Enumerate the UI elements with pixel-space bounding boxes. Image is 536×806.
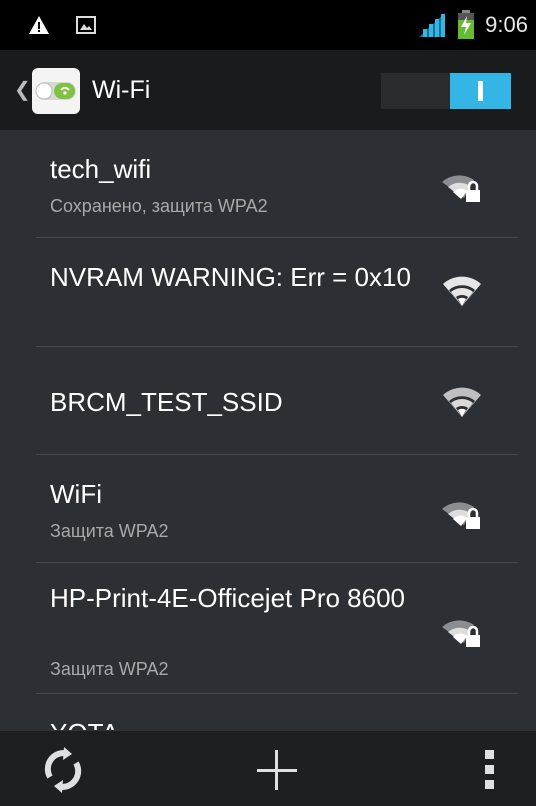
network-item[interactable]: YOTA: [36, 694, 518, 730]
network-item[interactable]: HP-Print-4E-Officejet Pro 8600 Защита WP…: [36, 563, 518, 694]
chevron-left-icon[interactable]: ❮: [14, 80, 31, 100]
wifi-locked-icon: [442, 502, 480, 529]
switch-thumb[interactable]: [450, 73, 511, 109]
overflow-menu-icon[interactable]: [465, 745, 515, 795]
wifi-settings-icon[interactable]: [30, 66, 82, 116]
image-icon: [76, 16, 96, 34]
warning-icon: [29, 16, 49, 34]
add-network-icon[interactable]: [252, 745, 302, 795]
network-list: tech_wifi Сохранено, защита WPA2 NVRAM W…: [0, 130, 536, 730]
network-item[interactable]: NVRAM WARNING: Err = 0x10: [36, 238, 518, 347]
network-ssid: NVRAM WARNING: Err = 0x10: [50, 262, 411, 292]
wifi-locked-icon: [442, 620, 480, 647]
bottom-action-bar: [0, 730, 536, 806]
network-status: Защита WPA2: [50, 521, 169, 541]
action-bar: ❮ Wi-Fi: [0, 50, 536, 130]
status-bar: 9:06: [0, 0, 536, 50]
wifi-signal-icon: [443, 276, 481, 306]
network-status: Сохранено, защита WPA2: [50, 196, 268, 216]
wifi-toggle-switch[interactable]: [381, 73, 511, 109]
status-time: 9:06: [485, 12, 528, 37]
network-ssid: HP-Print-4E-Officejet Pro 8600: [50, 583, 405, 613]
battery-charging-icon: [458, 10, 475, 39]
network-item[interactable]: tech_wifi Сохранено, защита WPA2: [36, 130, 518, 238]
wifi-locked-icon: [442, 175, 480, 202]
network-item[interactable]: BRCM_TEST_SSID: [36, 347, 518, 455]
network-ssid: WiFi: [50, 479, 102, 509]
network-status: Защита WPA2: [50, 659, 169, 679]
network-ssid: BRCM_TEST_SSID: [50, 387, 283, 417]
wifi-signal-icon: [443, 387, 481, 417]
network-ssid: tech_wifi: [50, 154, 152, 184]
scan-refresh-icon[interactable]: [38, 745, 88, 795]
signal-bars-icon: [419, 13, 446, 37]
network-item[interactable]: WiFi Защита WPA2: [36, 455, 518, 563]
page-title: Wi-Fi: [92, 76, 151, 104]
network-ssid: YOTA: [50, 716, 420, 730]
